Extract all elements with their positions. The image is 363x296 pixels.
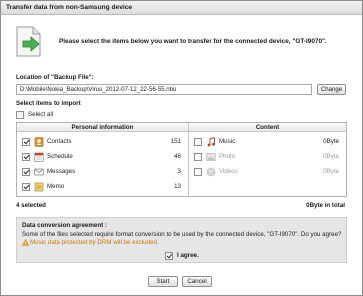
list-item[interactable]: Videos 0Byte — [189, 165, 346, 179]
list-item-label: Memo — [47, 183, 65, 190]
list-item-size: 0Byte — [323, 138, 339, 145]
list-item-count: 3 — [177, 168, 181, 175]
selected-count: 4 selected — [16, 202, 46, 209]
cancel-button[interactable]: Cancel — [182, 276, 212, 287]
transfer-dialog: Transfer data from non-Samsung device Pl… — [0, 0, 363, 296]
backup-path-field[interactable]: D:\Mobile\Nokia_Backup\Virus_2012-07-12_… — [16, 84, 312, 95]
warning-icon — [22, 239, 29, 246]
list-item[interactable]: Contacts 151 — [17, 135, 188, 149]
videos-icon — [206, 167, 216, 177]
list-item-label: Schedule — [47, 153, 73, 160]
list-item-count: 46 — [174, 153, 181, 160]
photo-icon — [206, 153, 216, 161]
select-items-label: Select items to import — [16, 100, 81, 107]
conversion-agreement-panel: Data conversion agreement : Some of the … — [16, 217, 347, 263]
list-item-size: 0Byte — [323, 168, 339, 175]
list-item[interactable]: Memo 13 — [17, 180, 188, 194]
file-transfer-icon — [16, 26, 41, 57]
schedule-icon — [34, 152, 44, 162]
items-table: Personal information Content Contacts 15… — [16, 122, 347, 197]
messages-icon — [34, 168, 44, 176]
list-item[interactable]: Messages 3 — [17, 165, 188, 179]
music-icon — [207, 137, 215, 147]
agree-checkbox[interactable] — [165, 252, 173, 260]
contacts-checkbox[interactable] — [22, 138, 30, 146]
memo-icon — [34, 182, 44, 192]
list-item[interactable]: Photo 0Byte — [189, 150, 346, 164]
select-all-label: Select all — [28, 111, 54, 118]
content-header: Content — [189, 123, 346, 132]
list-item-label: Music — [219, 138, 236, 145]
personal-info-header: Personal information — [17, 123, 188, 132]
title-bar: Transfer data from non-Samsung device — [1, 1, 362, 15]
list-item-label: Videos — [219, 168, 238, 175]
start-button[interactable]: Start — [148, 276, 178, 287]
agreement-text: Some of the files selected require forma… — [22, 231, 342, 238]
list-item-label: Contacts — [47, 138, 72, 145]
agree-label: I agree. — [177, 252, 199, 259]
total-size: 0Byte in total — [306, 202, 345, 209]
contacts-icon — [34, 137, 44, 147]
window-title: Transfer data from non-Samsung device — [6, 4, 133, 11]
list-item-label: Photo — [219, 153, 236, 160]
list-item-label: Messages — [47, 168, 76, 175]
change-button[interactable]: Change — [317, 84, 346, 95]
photo-checkbox[interactable] — [194, 153, 202, 161]
agreement-title: Data conversion agreement : — [22, 222, 107, 229]
list-item[interactable]: Schedule 46 — [17, 150, 188, 164]
list-item-count: 151 — [170, 138, 181, 145]
music-checkbox[interactable] — [194, 138, 202, 146]
schedule-checkbox[interactable] — [22, 153, 30, 161]
videos-checkbox[interactable] — [194, 168, 202, 176]
instruction-text: Please select the items below you want t… — [59, 38, 327, 45]
drm-warning-text: Music data protected by DRM will be excl… — [30, 239, 159, 246]
memo-checkbox[interactable] — [22, 183, 30, 191]
list-item-count: 13 — [174, 183, 181, 190]
messages-checkbox[interactable] — [22, 168, 30, 176]
backup-location-label: Location of "Backup File": — [16, 74, 94, 81]
select-all-checkbox[interactable] — [16, 111, 24, 119]
list-item-size: 0Byte — [323, 153, 339, 160]
list-item[interactable]: Music 0Byte — [189, 135, 346, 149]
